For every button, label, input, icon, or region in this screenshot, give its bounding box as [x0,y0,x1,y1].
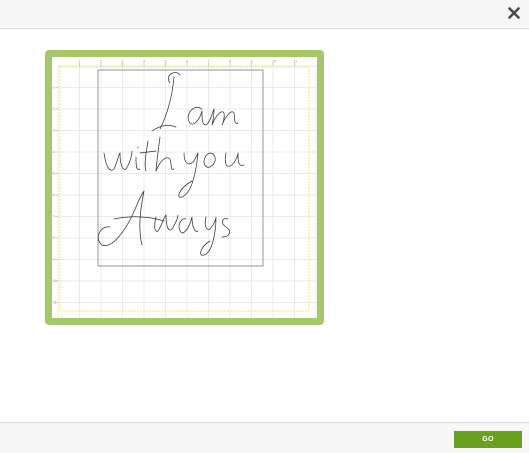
ruler-label: 5 [53,172,55,176]
ruler-label: 9 [53,258,55,262]
ruler-label: 2 [100,60,102,64]
script-letter-i [151,72,181,132]
ruler-label: 6 [186,60,188,64]
ruler-label: 5 [165,60,167,64]
preview-area: 1 2 3 4 5 6 7 8 9 10 11 1 2 3 4 5 6 7 8 9 10 11 [0,29,529,422]
mat-surface: 1 2 3 4 5 6 7 8 9 10 11 1 2 3 4 5 6 7 8 9 10 11 [52,57,317,318]
ruler-label: 1 [79,60,81,64]
ruler-left: 1 2 3 4 5 6 7 8 9 10 11 [53,86,58,305]
cut-area-border [59,66,310,312]
ruler-label: 6 [53,193,55,197]
ruler-label: 10 [53,279,57,283]
close-icon [508,7,520,19]
script-word-am [187,107,239,126]
cutting-mat: 1 2 3 4 5 6 7 8 9 10 11 1 2 3 4 5 6 7 8 9 10 11 [45,50,324,325]
ruler-label: 10 [272,60,276,64]
ruler-label: 11 [294,60,298,64]
ruler-label: 2 [53,107,55,111]
ruler-top: 1 2 3 4 5 6 7 8 9 10 11 [79,60,298,66]
ruler-label: 3 [53,129,55,133]
ruler-label: 7 [208,60,210,64]
ruler-label: 7 [53,215,55,219]
script-word-always [98,190,230,256]
ruler-label: 8 [229,60,231,64]
ruler-label: 9 [251,60,253,64]
go-button[interactable]: GO [454,431,522,448]
ruler-label: 11 [53,301,57,305]
ruler-label: 3 [122,60,124,64]
script-word-with [103,136,175,172]
ruler-label: 8 [53,236,55,240]
close-button[interactable] [507,6,521,20]
top-bar [0,0,529,29]
script-word-you [178,152,245,198]
ruler-label: 1 [53,86,55,90]
ruler-label: 4 [53,150,55,154]
mat-canvas: 1 2 3 4 5 6 7 8 9 10 11 1234567891011 [53,60,317,318]
bottom-bar: GO [0,422,529,453]
ruler-label: 4 [143,60,145,64]
